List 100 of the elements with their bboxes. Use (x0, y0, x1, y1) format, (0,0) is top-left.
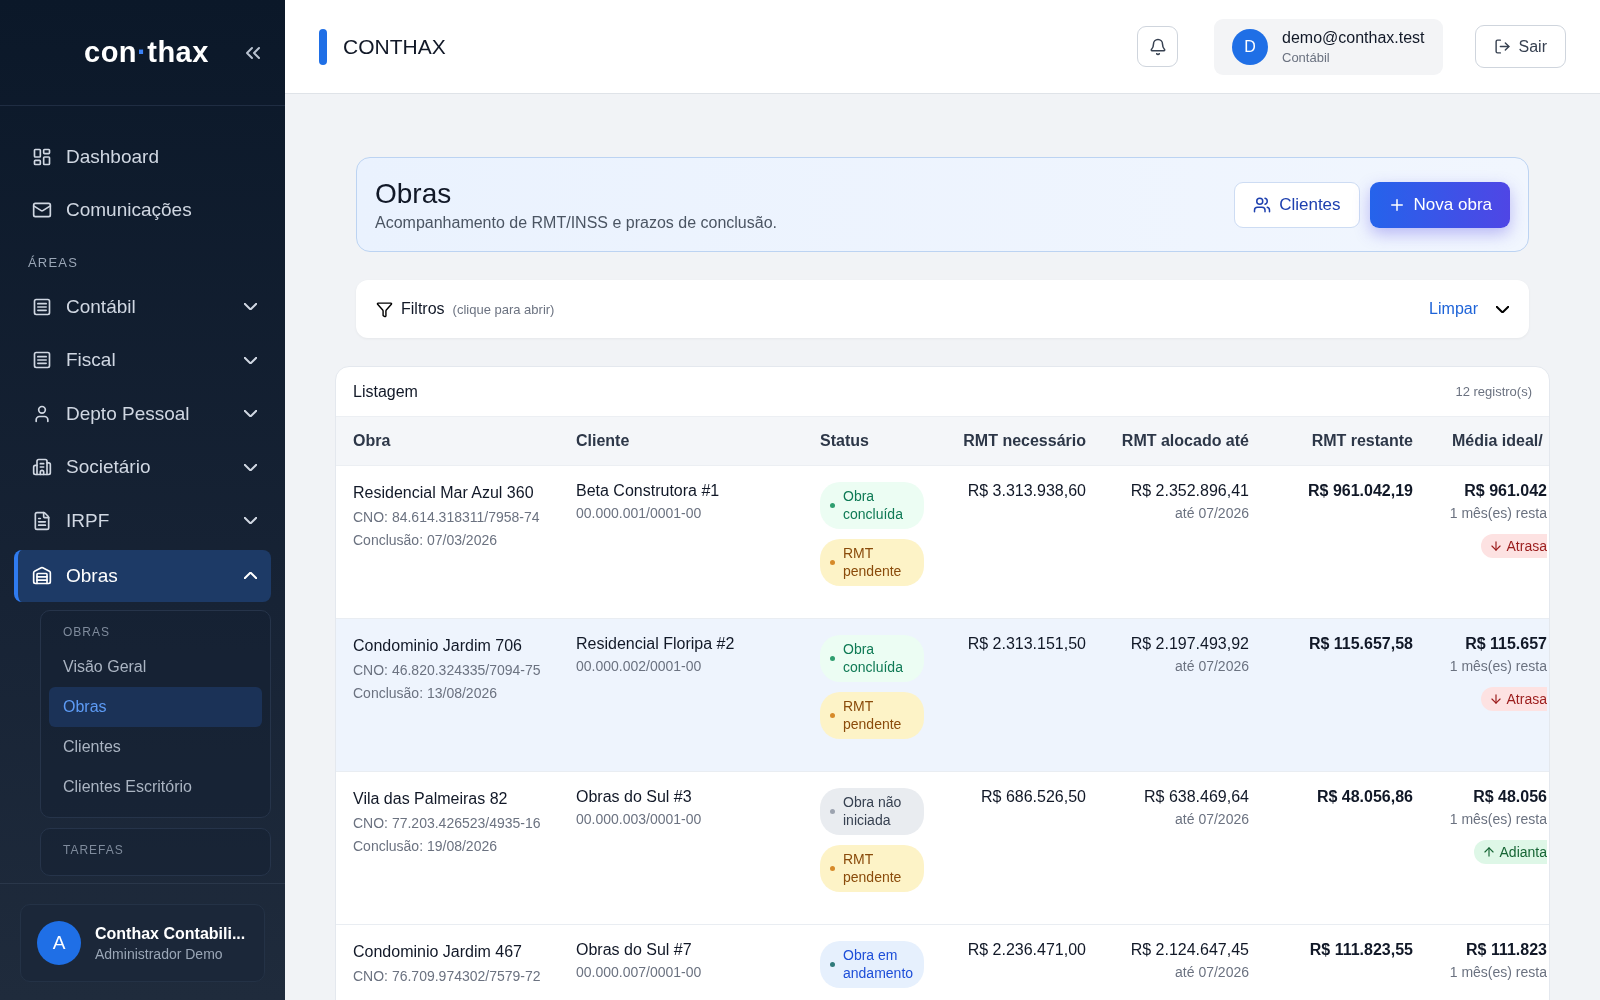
logo: con·thax (84, 36, 209, 69)
notifications-button[interactable] (1137, 26, 1178, 67)
list-icon (32, 296, 52, 317)
chevron-icon (244, 463, 257, 471)
table-cell: R$ 686.526,50 (981, 788, 1086, 806)
section-label: ÁREAS (27, 254, 80, 272)
status-badge: Obra concluída (820, 482, 924, 529)
table-cell: R$ 115.657 (1465, 635, 1547, 653)
chevron-icon (244, 572, 257, 579)
filter-icon (376, 300, 393, 318)
table-cell: R$ 2.197.493,92 (1130, 635, 1249, 653)
nav-item[interactable]: IRPF (14, 494, 271, 548)
submenu-title: OBRAS (62, 623, 111, 641)
user-card[interactable]: A Conthax Contabili... Administrador Demo (20, 904, 265, 982)
filters-label: Filtros (401, 300, 445, 318)
chevron-icon[interactable] (1496, 305, 1509, 313)
column-header: Cliente (576, 432, 631, 450)
clients-button[interactable]: Clientes (1234, 181, 1360, 228)
user-role: Administrador Demo (95, 945, 224, 962)
client-name: Residencial Floripa #2 (576, 635, 735, 653)
user-email: demo@conthax.test (1282, 28, 1425, 47)
chevron-icon (244, 303, 257, 311)
client-name: Beta Construtora #1 (576, 482, 720, 500)
submenu-item[interactable]: Visão Geral (49, 646, 262, 687)
submenu-item[interactable]: Obras (49, 686, 262, 727)
list-icon (32, 350, 52, 371)
user-chip[interactable]: D demo@conthax.test Contábil (1214, 18, 1443, 75)
building-icon (32, 457, 52, 478)
column-header: RMT restante (1310, 432, 1414, 450)
cno-text: CNO: 84.614.318311/7958-74 (353, 507, 541, 527)
allocated-until: até 07/2026 (1175, 810, 1249, 829)
bell-icon (1148, 37, 1167, 56)
obra-name: Residencial Mar Azul 360 (353, 483, 535, 503)
chevron-icon (244, 410, 257, 418)
chevron-icon (244, 517, 257, 525)
warehouse-icon (32, 565, 52, 586)
conclusion-date: Conclusão: 19/08/2026 (353, 837, 498, 857)
nav-item[interactable]: Obras (14, 549, 271, 602)
nav-item[interactable]: Comunicações (14, 183, 271, 237)
table-cell: R$ 638.469,64 (1144, 788, 1249, 806)
table-cell: R$ 3.313.938,60 (967, 482, 1086, 500)
obra-name: Condominio Jardim 467 (353, 942, 523, 962)
column-header: RMT alocado até (1120, 432, 1250, 450)
table-cell: R$ 115.657,58 (1308, 635, 1413, 653)
status-badge: RMT pendente (820, 539, 924, 586)
status-badge: Obra não iniciada (820, 788, 924, 835)
filters-hint: (clique para abrir) (452, 301, 556, 317)
user-name: Conthax Contabili... (95, 924, 246, 943)
table-cell: R$ 961.042,19 (1308, 482, 1413, 500)
table-cell: R$ 111.823,55 (1309, 941, 1413, 959)
allocated-until: até 07/2026 (1175, 963, 1249, 982)
status-badge: RMT pendente (820, 845, 924, 892)
months-left: 1 mês(es) resta (1449, 963, 1547, 982)
accent-bar (319, 28, 327, 65)
clear-link[interactable]: Limpar (1429, 300, 1478, 318)
trend-badge: Atrasa (1480, 533, 1547, 558)
record-count: 12 registro(s) (1455, 384, 1532, 399)
table-cell: R$ 48.056 (1473, 788, 1547, 806)
page-title: Obras (375, 177, 453, 210)
table-cell: R$ 2.236.471,00 (967, 941, 1086, 959)
new-button[interactable]: Nova obra (1369, 181, 1510, 228)
client-document: 00.000.002/0001-00 (576, 657, 703, 676)
column-header: Status (820, 432, 870, 450)
card-title: Listagem (353, 382, 418, 401)
obra-name: Vila das Palmeiras 82 (353, 789, 509, 809)
table-row[interactable] (336, 619, 1549, 772)
page-subtitle: Acompanhamento de RMT/INSS e prazos de conclusão. (375, 213, 778, 232)
filters-bar[interactable]: Filtros (clique para abrir) Limpar (356, 280, 1529, 338)
trend-badge: Adianta (1473, 839, 1547, 864)
nav-item[interactable]: Societário (14, 440, 271, 494)
submenu-title: TAREFAS (62, 841, 125, 859)
column-header: Obra (353, 432, 392, 450)
obra-name: Condominio Jardim 706 (353, 636, 523, 656)
nav-item[interactable]: Fiscal (14, 333, 271, 387)
nav-item[interactable]: Contábil (14, 280, 271, 334)
months-left: 1 mês(es) resta (1449, 810, 1547, 829)
user-role: Contábil (1282, 49, 1331, 65)
logout-button[interactable]: Sair (1474, 25, 1566, 68)
avatar: D (1232, 28, 1268, 65)
conclusion-date: Conclusão: 13/08/2026 (353, 684, 498, 704)
cno-text: CNO: 76.709.974302/7579-72 (353, 966, 542, 986)
cno-text: CNO: 46.820.324335/7094-75 (353, 660, 542, 680)
allocated-until: até 07/2026 (1175, 504, 1249, 523)
column-header: RMT necessário (962, 432, 1087, 450)
dashboard-icon (32, 146, 52, 167)
conclusion-date: Conclusão: 07/03/2026 (353, 531, 498, 551)
submenu-item[interactable]: Clientes (49, 726, 262, 767)
submenu-item[interactable]: Clientes Escritório (49, 766, 262, 807)
nav-item[interactable]: Depto Pessoal (14, 387, 271, 441)
table-cell: R$ 2.313.151,50 (967, 635, 1086, 653)
chevron-icon (244, 356, 257, 364)
mail-icon (32, 200, 52, 221)
avatar: A (37, 921, 81, 965)
client-document: 00.000.003/0001-00 (576, 810, 703, 829)
status-badge: RMT pendente (820, 692, 924, 739)
status-badge: Obra em andamento (820, 941, 924, 988)
nav-item[interactable]: Dashboard (14, 130, 271, 184)
cno-text: CNO: 77.203.426523/4935-16 (353, 813, 542, 833)
table-cell: R$ 2.124.647,45 (1130, 941, 1249, 959)
table-cell: R$ 2.352.896,41 (1130, 482, 1249, 500)
